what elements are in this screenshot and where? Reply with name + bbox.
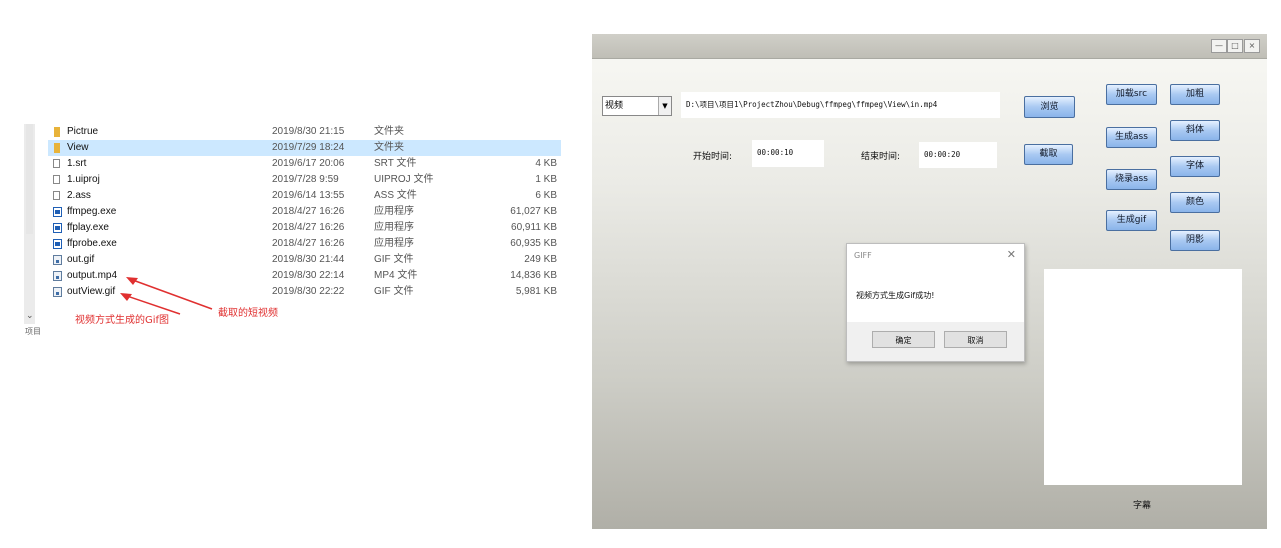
generate-gif-button[interactable]: 生成gif (1106, 210, 1157, 231)
color-button[interactable]: 颜色 (1170, 192, 1220, 213)
shadow-button[interactable]: 阴影 (1170, 230, 1220, 251)
clip-annotation: 截取的短视频 (218, 308, 278, 319)
dialog-message: 视频方式生成Gif成功! (856, 291, 935, 300)
path-input[interactable]: D:\项目\项目1\ProjectZhou\Debug\ffmpeg\ffmpe… (681, 92, 1000, 118)
media-type-value: 视频 (605, 101, 624, 111)
start-time-label: 开始时间: (693, 152, 733, 162)
end-time-label: 结束时间: (861, 152, 901, 162)
burn-ass-button[interactable]: 烧录ass (1106, 169, 1157, 190)
italic-button[interactable]: 斜体 (1170, 120, 1220, 141)
title-bar: — □ × (592, 34, 1267, 59)
arrow-to-output (129, 278, 213, 310)
browse-button[interactable]: 浏览 (1024, 96, 1075, 118)
dialog-footer: 确定 取消 (847, 322, 1024, 361)
cancel-button[interactable]: 取消 (944, 331, 1007, 348)
end-time-input[interactable]: 00:00:20 (919, 142, 997, 168)
minimize-button[interactable]: — (1211, 39, 1227, 53)
clip-button[interactable]: 截取 (1024, 144, 1073, 165)
gif-annotation: 视频方式生成的Gif图 (75, 315, 170, 326)
generate-ass-button[interactable]: 生成ass (1106, 127, 1157, 148)
start-time-input[interactable]: 00:00:10 (752, 140, 824, 167)
font-button[interactable]: 字体 (1170, 156, 1220, 177)
maximize-button[interactable]: □ (1227, 39, 1243, 53)
bold-button[interactable]: 加粗 (1170, 84, 1220, 105)
dialog-title: GIFF (854, 251, 872, 260)
message-dialog: GIFF ✕ 视频方式生成Gif成功! 确定 取消 (846, 243, 1025, 362)
load-src-button[interactable]: 加载src (1106, 84, 1157, 105)
close-icon[interactable]: ✕ (1007, 248, 1016, 261)
media-type-select[interactable]: 视频 ▼ (602, 96, 672, 116)
ok-button[interactable]: 确定 (872, 331, 935, 348)
subtitle-preview (1044, 269, 1242, 485)
dropdown-arrow-icon[interactable]: ▼ (658, 97, 671, 115)
close-button[interactable]: × (1244, 39, 1260, 53)
subtitle-label: 字幕 (1133, 501, 1152, 511)
